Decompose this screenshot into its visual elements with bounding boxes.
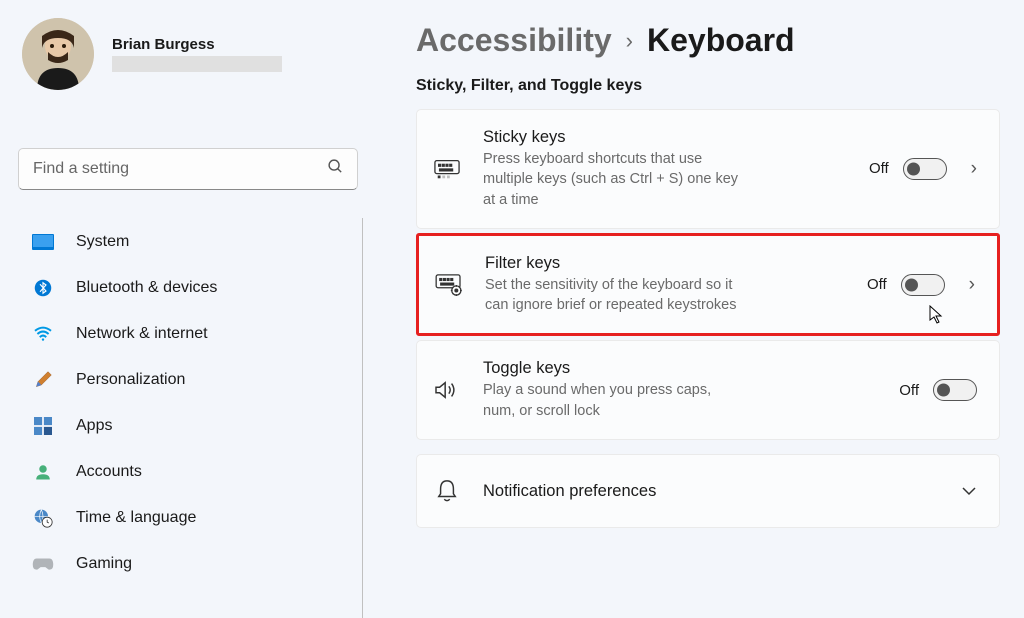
profile-name: Brian Burgess [112, 36, 282, 53]
person-icon [32, 461, 54, 483]
nav-item-network[interactable]: Network & internet [18, 312, 362, 356]
section-title: Sticky, Filter, and Toggle keys [416, 77, 1000, 95]
card-title: Filter keys [485, 254, 845, 273]
search-input[interactable] [18, 148, 358, 190]
nav-label: System [76, 233, 129, 251]
scrollbar-line [362, 218, 363, 618]
sidebar: Brian Burgess System Bluetooth & devices… [0, 0, 380, 617]
search-box [18, 148, 358, 190]
nav-label: Personalization [76, 371, 185, 389]
nav-item-accounts[interactable]: Accounts [18, 450, 362, 494]
card-body: Toggle keys Play a sound when you press … [483, 359, 877, 421]
card-right: Off › [869, 158, 977, 180]
card-title: Sticky keys [483, 128, 847, 147]
gamepad-icon [32, 553, 54, 575]
main: Accessibility › Keyboard Sticky, Filter,… [380, 0, 1024, 617]
card-title: Notification preferences [483, 482, 939, 501]
profile[interactable]: Brian Burgess [22, 18, 362, 90]
toggle-keys-toggle[interactable] [933, 379, 977, 401]
monitor-icon [32, 231, 54, 253]
sound-icon [433, 376, 461, 404]
chevron-right-icon[interactable]: › [969, 274, 975, 296]
toggle-keys-card[interactable]: Toggle keys Play a sound when you press … [416, 340, 1000, 440]
breadcrumb-parent[interactable]: Accessibility [416, 22, 612, 59]
nav-label: Apps [76, 417, 112, 435]
toggle-state-label: Off [899, 382, 919, 399]
notification-preferences-card[interactable]: Notification preferences [416, 454, 1000, 528]
cursor-icon [929, 305, 945, 325]
breadcrumb: Accessibility › Keyboard [416, 22, 1000, 59]
toggle-state-label: Off [869, 160, 889, 177]
nav-label: Accounts [76, 463, 142, 481]
nav-item-personalization[interactable]: Personalization [18, 358, 362, 402]
nav-label: Bluetooth & devices [76, 279, 217, 297]
sticky-keys-toggle[interactable] [903, 158, 947, 180]
chevron-right-icon: › [626, 28, 633, 54]
globe-clock-icon [32, 507, 54, 529]
avatar [22, 18, 94, 90]
nav-item-bluetooth[interactable]: Bluetooth & devices [18, 266, 362, 310]
nav-item-gaming[interactable]: Gaming [18, 542, 362, 586]
wifi-icon [32, 323, 54, 345]
filter-keys-toggle[interactable] [901, 274, 945, 296]
chevron-down-icon[interactable] [961, 480, 977, 502]
nav-item-time[interactable]: Time & language [18, 496, 362, 540]
card-title: Toggle keys [483, 359, 877, 378]
card-desc: Play a sound when you press caps, num, o… [483, 380, 743, 421]
brush-icon [32, 369, 54, 391]
card-right: Off [899, 379, 977, 401]
nav-label: Gaming [76, 555, 132, 573]
breadcrumb-current: Keyboard [647, 22, 795, 59]
card-right: Off › [867, 274, 975, 296]
card-body: Sticky keys Press keyboard shortcuts tha… [483, 128, 847, 210]
nav-label: Network & internet [76, 325, 208, 343]
search-icon [327, 158, 344, 180]
nav-item-apps[interactable]: Apps [18, 404, 362, 448]
toggle-state-label: Off [867, 276, 887, 293]
bell-icon [433, 477, 461, 505]
nav: System Bluetooth & devices Network & int… [18, 220, 362, 586]
profile-email-redacted [112, 56, 282, 72]
keyboard-gear-icon [435, 271, 463, 299]
card-desc: Press keyboard shortcuts that use multip… [483, 149, 743, 210]
nav-item-system[interactable]: System [18, 220, 362, 264]
chevron-right-icon[interactable]: › [971, 158, 977, 180]
sticky-keys-card[interactable]: Sticky keys Press keyboard shortcuts tha… [416, 109, 1000, 229]
bluetooth-icon [32, 277, 54, 299]
profile-info: Brian Burgess [112, 36, 282, 72]
keyboard-icon [433, 155, 461, 183]
card-desc: Set the sensitivity of the keyboard so i… [485, 275, 745, 316]
filter-keys-card[interactable]: Filter keys Set the sensitivity of the k… [416, 233, 1000, 337]
apps-icon [32, 415, 54, 437]
nav-label: Time & language [76, 509, 196, 527]
card-body: Filter keys Set the sensitivity of the k… [485, 254, 845, 316]
